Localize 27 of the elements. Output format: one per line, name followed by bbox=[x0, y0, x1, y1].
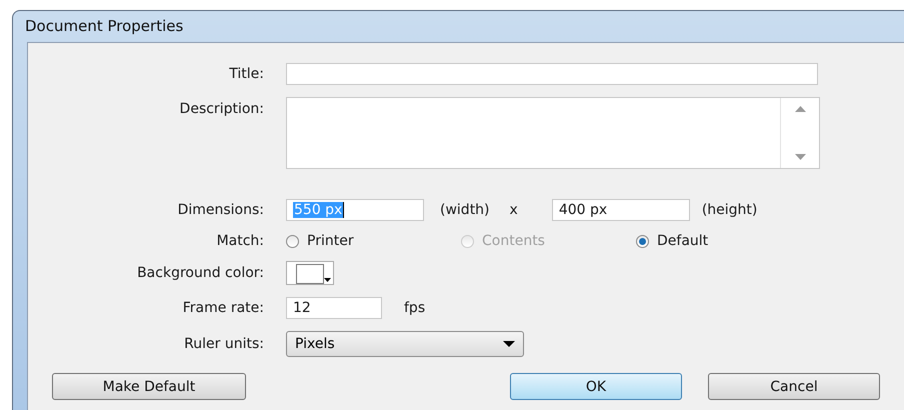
dialog-button[interactable]: Cancel bbox=[708, 373, 880, 400]
field-label: Ruler units: bbox=[183, 336, 264, 352]
window-title: Document Properties bbox=[24, 16, 184, 37]
dialog-button[interactable]: OK bbox=[510, 373, 682, 400]
times-sign: x bbox=[510, 202, 518, 218]
field-label: Title: bbox=[228, 66, 264, 82]
field-label: Match: bbox=[216, 233, 264, 249]
frame-rate-field[interactable]: 12 bbox=[286, 297, 382, 319]
caret-icon bbox=[324, 278, 331, 282]
color-picker[interactable] bbox=[286, 261, 334, 285]
field-label: Dimensions: bbox=[176, 202, 264, 218]
field-label: Frame rate: bbox=[182, 300, 264, 316]
scroll-down-icon[interactable] bbox=[794, 154, 806, 160]
description-field[interactable] bbox=[286, 97, 820, 169]
field-label: Background color: bbox=[136, 265, 264, 281]
height-field[interactable]: 400 px bbox=[552, 199, 690, 221]
unit-label: (width) bbox=[440, 202, 490, 218]
radio-option[interactable]: Default bbox=[636, 233, 811, 249]
field-label: Description: bbox=[178, 100, 264, 117]
dialog-button[interactable]: Make Default bbox=[52, 373, 246, 400]
title-field[interactable] bbox=[286, 63, 818, 85]
ruler-units-dropdown[interactable]: Pixels bbox=[286, 331, 524, 357]
unit-label: (height) bbox=[702, 202, 758, 218]
caret-icon bbox=[503, 341, 515, 347]
radio-option[interactable]: Printer bbox=[286, 233, 461, 249]
scroll-up-icon[interactable] bbox=[794, 106, 806, 112]
unit-label: fps bbox=[404, 300, 426, 316]
